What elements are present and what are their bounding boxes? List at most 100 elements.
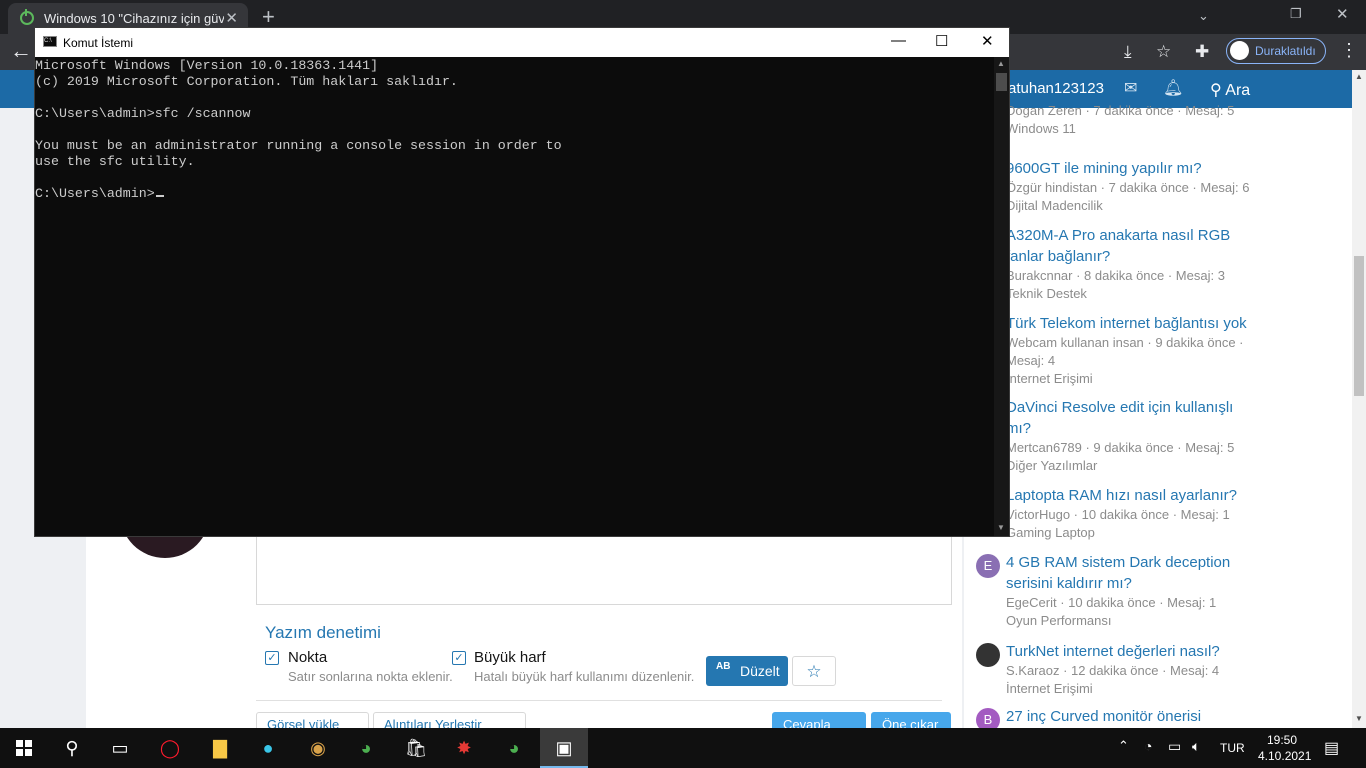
edge-icon[interactable]: ● <box>244 728 292 768</box>
task-view-icon[interactable]: ▭ <box>96 728 144 768</box>
thread-meta: Webcam kullanan insan · 9 dakika önce · … <box>1006 335 1244 368</box>
thread-title[interactable]: Türk Telekom internet bağlantısı yok <box>976 313 1336 334</box>
thread-item[interactable]: A320M-A Pro anakarta nasıl RGB fanlar ba… <box>976 225 1336 303</box>
thread-meta: Mertcan6789 · 9 dakika önce · Mesaj: 5 <box>1006 440 1235 455</box>
thread-forum[interactable]: Gaming Laptop <box>976 524 1336 542</box>
search-label: Ara <box>1225 82 1251 99</box>
scroll-up-icon[interactable]: ▲ <box>997 59 1005 68</box>
buyuk-harf-checkbox[interactable]: ✓ <box>452 651 466 665</box>
maximize-icon[interactable]: ☐ <box>935 32 948 50</box>
thread-title[interactable]: 4 GB RAM sistem Dark deception serisini … <box>976 552 1256 594</box>
restore-icon[interactable]: ❐ <box>1290 6 1302 22</box>
thread-forum[interactable]: Oyun Performansı <box>976 612 1336 630</box>
bookmark-star-icon[interactable]: ☆ <box>1156 42 1171 62</box>
tab-close-icon[interactable]: ✕ <box>225 9 238 27</box>
site-search-button[interactable]: ⚲ Ara <box>1210 80 1250 100</box>
wifi-icon[interactable]: ◔ <box>1144 738 1152 754</box>
thread-meta: EgeCerit · 10 dakika önce · Mesaj: 1 <box>1006 595 1217 610</box>
mail-icon[interactable]: ✉ <box>1124 78 1137 98</box>
thread-item[interactable]: Dogan Zeren · 7 dakika önce · Mesaj: 5 W… <box>976 102 1336 138</box>
thread-forum[interactable]: Diğer Yazılımlar <box>976 457 1336 475</box>
command-prompt-taskbar-icon[interactable]: ▣ <box>540 728 588 768</box>
extensions-icon[interactable]: ✚ <box>1195 42 1209 62</box>
thread-title[interactable]: TurkNet internet değerleri nasıl? <box>976 641 1336 662</box>
console-prompt: C:\Users\admin> <box>35 186 155 201</box>
chevron-up-icon[interactable]: ⌃ <box>1118 738 1129 754</box>
start-button[interactable] <box>0 728 48 768</box>
notification-icon[interactable]: ▤ <box>1324 738 1339 758</box>
browser-menu-icon[interactable]: ⋮ <box>1340 40 1358 61</box>
tab-search-icon[interactable]: ⌄ <box>1198 8 1209 24</box>
buyuk-harf-description: Hatalı büyük harf kullanımı düzenlenir. <box>474 669 695 684</box>
avatar[interactable]: E <box>976 554 1000 578</box>
thread-title[interactable]: Laptopta RAM hızı nasıl ayarlanır? <box>976 485 1336 506</box>
battery-icon[interactable]: ▭ <box>1168 738 1181 755</box>
cmd-titlebar[interactable]: C:\ Komut İstemi — ☐ ✕ <box>35 28 1009 57</box>
media-player-icon[interactable]: ◉ <box>294 728 342 768</box>
nokta-checkbox[interactable]: ✓ <box>265 651 279 665</box>
search-icon[interactable]: ⚲ <box>48 728 96 768</box>
console-scrollbar[interactable]: ▲ ▼ <box>994 57 1009 536</box>
thread-item[interactable]: E 4 GB RAM sistem Dark deception serisin… <box>976 552 1336 630</box>
thread-meta: S.Karaoz · 12 dakika önce · Mesaj: 4 <box>1006 663 1220 678</box>
language-indicator[interactable]: TUR <box>1220 741 1245 755</box>
thread-item[interactable]: DaVinci Resolve edit için kullanışlı mı?… <box>976 397 1336 475</box>
thread-item[interactable]: Türk Telekom internet bağlantısı yok Web… <box>976 313 1336 388</box>
thread-item[interactable]: B 27 inç Curved monitör önerisi <box>976 706 1336 728</box>
thread-item[interactable]: Laptopta RAM hızı nasıl ayarlanır? Victo… <box>976 485 1336 542</box>
thread-title[interactable]: 27 inç Curved monitör önerisi <box>976 706 1336 727</box>
scroll-down-icon[interactable]: ▼ <box>997 523 1005 532</box>
date: 4.10.2021 <box>1258 749 1312 763</box>
opera-icon[interactable]: ◯ <box>146 728 194 768</box>
thread-title[interactable]: 9600GT ile mining yapılır mı? <box>976 158 1336 179</box>
console-prompt-line[interactable]: C:\Users\admin> <box>35 186 995 202</box>
thread-item[interactable]: 9600GT ile mining yapılır mı? Özgür hind… <box>976 158 1336 215</box>
console-output[interactable]: Microsoft Windows [Version 10.0.18363.14… <box>35 57 995 537</box>
chrome-profile-icon[interactable]: ◕ <box>490 728 538 768</box>
install-icon[interactable]: ⤓ <box>1124 42 1132 62</box>
close-icon[interactable]: ✕ <box>981 32 994 50</box>
volume-icon[interactable]: 🔈︎ <box>1192 738 1200 755</box>
thread-title[interactable]: DaVinci Resolve edit için kullanışlı mı? <box>976 397 1246 439</box>
thread-meta: Dogan Zeren · 7 dakika önce · Mesaj: 5 <box>1006 103 1235 118</box>
avatar[interactable] <box>976 643 1000 667</box>
scrollbar-thumb[interactable] <box>1354 256 1364 396</box>
divider <box>256 700 942 701</box>
site-username[interactable]: atuhan123123 <box>1008 80 1104 97</box>
thread-meta: Özgür hindistan · 7 dakika önce · Mesaj:… <box>1006 180 1250 195</box>
avatar[interactable]: B <box>976 708 1000 728</box>
scroll-down-icon[interactable]: ▼ <box>1355 714 1363 723</box>
scroll-up-icon[interactable]: ▲ <box>1355 72 1363 81</box>
duzelt-button[interactable]: AB Düzelt <box>706 656 788 686</box>
thread-forum[interactable]: Windows 11 <box>976 120 1336 138</box>
thread-forum[interactable]: Dijital Madencilik <box>976 197 1336 215</box>
thread-forum[interactable]: Teknik Destek <box>976 285 1336 303</box>
thread-forum[interactable]: İnternet Erişimi <box>976 370 1336 388</box>
console-line: (c) 2019 Microsoft Corporation. Tüm hakl… <box>35 74 458 89</box>
chrome-icon[interactable]: ◕ <box>342 728 390 768</box>
thread-title[interactable]: A320M-A Pro anakarta nasıl RGB fanlar ba… <box>976 225 1236 267</box>
nokta-label: Nokta <box>288 649 328 666</box>
power-icon <box>20 9 34 25</box>
profile-paused-chip[interactable]: Duraklatıldı <box>1226 38 1326 64</box>
browser-close-icon[interactable]: ✕ <box>1336 5 1349 23</box>
bell-icon[interactable]: 🔔︎ <box>1163 78 1183 98</box>
cmd-title: Komut İstemi <box>63 36 134 50</box>
app-icon[interactable]: ✸ <box>440 728 488 768</box>
thread-item[interactable]: TurkNet internet değerleri nasıl? S.Kara… <box>976 641 1336 698</box>
back-button[interactable]: ← <box>10 38 32 64</box>
spell-check-title: Yazım denetimi <box>265 623 381 642</box>
scrollbar-thumb[interactable] <box>996 73 1007 91</box>
minimize-icon[interactable]: — <box>891 32 906 49</box>
thread-forum[interactable]: İnternet Erişimi <box>976 680 1336 698</box>
buyuk-harf-label: Büyük harf <box>474 649 546 666</box>
star-icon[interactable]: ☆ <box>792 656 836 686</box>
file-explorer-icon[interactable]: ▇ <box>196 728 244 768</box>
duzelt-label: Düzelt <box>740 663 780 679</box>
clock[interactable]: 19:50 4.10.2021 <box>1258 732 1312 764</box>
page-scrollbar[interactable]: ▲ ▼ <box>1352 70 1366 728</box>
store-icon[interactable]: 🛍︎ <box>392 728 440 768</box>
command-prompt-window[interactable]: C:\ Komut İstemi — ☐ ✕ Microsoft Windows… <box>34 27 1010 537</box>
